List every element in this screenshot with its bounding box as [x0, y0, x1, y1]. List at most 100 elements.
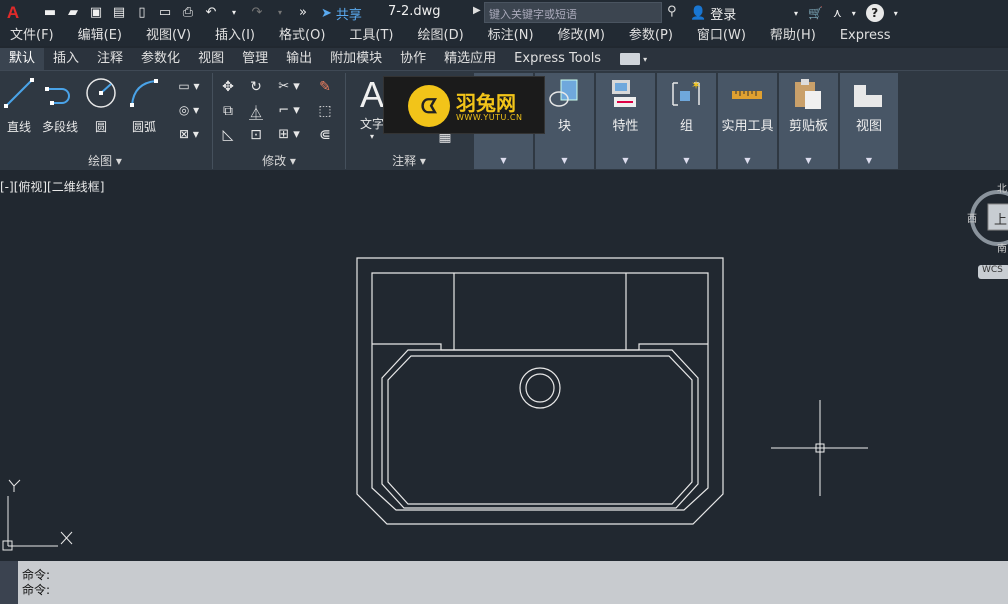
- panel-divider: [212, 73, 213, 169]
- scale-tool[interactable]: ⊡: [246, 127, 266, 143]
- menu-dimension[interactable]: 标注(N): [488, 26, 534, 46]
- circle-icon: [86, 78, 116, 108]
- apps-icon[interactable]: ⋏: [833, 6, 842, 20]
- ribbon-toggle-icon[interactable]: [620, 53, 641, 65]
- menu-help[interactable]: 帮助(H): [770, 26, 816, 46]
- clipboard-group[interactable]: 剪贴板 ▼: [779, 73, 838, 169]
- ucs-icon: [2, 479, 73, 551]
- offset-tool[interactable]: ⋐: [314, 127, 336, 143]
- tab-parametric[interactable]: 参数化: [132, 48, 189, 70]
- tab-default[interactable]: 默认: [0, 48, 45, 70]
- properties-group[interactable]: 特性 ▼: [596, 73, 655, 169]
- share-button[interactable]: ➤ 共享: [321, 4, 362, 23]
- import-icon[interactable]: ▯: [134, 5, 150, 21]
- annotation-panel-label[interactable]: 注释 ▾: [346, 152, 472, 169]
- drain-inner: [525, 373, 555, 403]
- more-icon[interactable]: »: [295, 5, 311, 21]
- explode-tool[interactable]: ⬚: [314, 103, 336, 119]
- export-icon[interactable]: ▭: [157, 5, 173, 21]
- tab-manage[interactable]: 管理: [233, 48, 277, 70]
- tab-output[interactable]: 输出: [277, 48, 321, 70]
- properties-icon: [612, 80, 636, 107]
- redo-icon[interactable]: ↷: [249, 5, 265, 21]
- hatch-tool[interactable]: ◎ ▾: [172, 103, 206, 117]
- menu-insert[interactable]: 插入(I): [215, 26, 255, 46]
- polyline-tool[interactable]: 多段线: [38, 77, 82, 135]
- drawing-canvas[interactable]: [0, 172, 1008, 560]
- sink-inner-outline: [371, 272, 709, 511]
- copy-tool[interactable]: ⧉: [218, 103, 238, 119]
- tab-insert[interactable]: 插入: [44, 48, 88, 70]
- view-group[interactable]: 视图 ▼: [840, 73, 898, 169]
- login-button[interactable]: 👤 登录: [690, 4, 736, 23]
- menu-draw[interactable]: 绘图(D): [418, 26, 464, 46]
- menu-modify[interactable]: 修改(M): [558, 26, 605, 46]
- compass-south[interactable]: 南: [997, 240, 1007, 255]
- search-input[interactable]: 键入关键字或短语: [484, 2, 662, 23]
- trim-tool[interactable]: ✂ ▾: [274, 79, 304, 94]
- mirror-tool[interactable]: ⏅: [246, 103, 266, 123]
- menu-parametric[interactable]: 参数(P): [629, 26, 673, 46]
- save-as-icon[interactable]: ▤: [111, 5, 127, 21]
- open-file-icon[interactable]: ▰: [65, 5, 81, 21]
- tab-featured-apps[interactable]: 精选应用: [435, 48, 505, 70]
- command-line[interactable]: 命令: 命令:: [0, 561, 1008, 604]
- crosshair-cursor: [771, 400, 868, 496]
- tab-view[interactable]: 视图: [189, 48, 233, 70]
- dropdown-icon[interactable]: ▾: [272, 5, 288, 21]
- viewcube-face-label[interactable]: 上: [994, 209, 1007, 228]
- search-icon[interactable]: ⚲: [667, 4, 677, 19]
- stretch-tool[interactable]: ◺: [218, 127, 238, 143]
- quick-access-toolbar: ▬ ▰ ▣ ▤ ▯ ▭ ⎙ ↶ ▾ ↷ ▾ »: [42, 5, 311, 21]
- rotate-tool[interactable]: ↻: [246, 79, 266, 95]
- app-logo[interactable]: A: [2, 2, 24, 24]
- rectangle-tool[interactable]: ▭ ▾: [172, 79, 206, 93]
- dropdown-icon[interactable]: ▾: [794, 9, 798, 18]
- menu-format[interactable]: 格式(O): [279, 26, 325, 46]
- tab-collaborate[interactable]: 协作: [391, 48, 435, 70]
- compass-north[interactable]: 北: [997, 180, 1007, 195]
- dropdown-icon[interactable]: ▾: [894, 9, 898, 18]
- arc-tool[interactable]: 圆弧: [126, 77, 162, 135]
- new-file-icon[interactable]: ▬: [42, 5, 58, 21]
- tab-annotate[interactable]: 注释: [88, 48, 132, 70]
- view-icon: [854, 85, 882, 107]
- menu-tools[interactable]: 工具(T): [349, 26, 393, 46]
- circle-tool[interactable]: 圆: [84, 77, 118, 135]
- line-icon: [4, 78, 34, 108]
- fillet-tool[interactable]: ⌐ ▾: [274, 103, 304, 118]
- help-icon[interactable]: ?: [865, 4, 884, 22]
- cart-icon[interactable]: 🛒: [808, 6, 823, 20]
- tab-express-tools[interactable]: Express Tools: [505, 48, 610, 70]
- sink-drawing[interactable]: [356, 257, 724, 525]
- command-grip-icon[interactable]: [0, 561, 18, 604]
- group-group[interactable]: ✶ 组 ▼: [657, 73, 716, 169]
- menu-express[interactable]: Express: [840, 26, 891, 46]
- undo-icon[interactable]: ↶: [203, 5, 219, 21]
- dropdown-icon[interactable]: ▾: [643, 55, 647, 64]
- dropdown-icon[interactable]: ▾: [226, 5, 242, 21]
- menu-file[interactable]: 文件(F): [10, 26, 54, 46]
- move-tool[interactable]: ✥: [218, 79, 238, 95]
- line-tool[interactable]: 直线: [2, 77, 36, 135]
- search-expand-icon[interactable]: ▶: [473, 5, 481, 16]
- compass-west[interactable]: 西: [967, 210, 977, 225]
- tab-addins[interactable]: 附加模块: [321, 48, 391, 70]
- utilities-label: 实用工具: [721, 119, 774, 134]
- utilities-group[interactable]: 实用工具 ▼: [718, 73, 777, 169]
- erase-tool[interactable]: ✎: [314, 79, 336, 95]
- draw-panel-label[interactable]: 绘图 ▾: [0, 152, 210, 169]
- dropdown-icon: ▼: [561, 156, 568, 165]
- boundary-tool[interactable]: ⊠ ▾: [172, 127, 206, 141]
- drawing-viewport[interactable]: [-][俯视][二维线框] 北 西 南 上 WCS: [0, 172, 1008, 560]
- print-icon[interactable]: ⎙: [180, 5, 196, 21]
- share-label: 共享: [335, 7, 362, 23]
- menu-edit[interactable]: 编辑(E): [78, 26, 122, 46]
- dropdown-icon[interactable]: ▾: [852, 9, 856, 18]
- wcs-label[interactable]: WCS: [982, 265, 1003, 275]
- modify-panel-label[interactable]: 修改 ▾: [214, 152, 344, 169]
- menu-window[interactable]: 窗口(W): [697, 26, 746, 46]
- menu-view[interactable]: 视图(V): [146, 26, 191, 46]
- array-tool[interactable]: ⊞ ▾: [274, 127, 304, 142]
- save-icon[interactable]: ▣: [88, 5, 104, 21]
